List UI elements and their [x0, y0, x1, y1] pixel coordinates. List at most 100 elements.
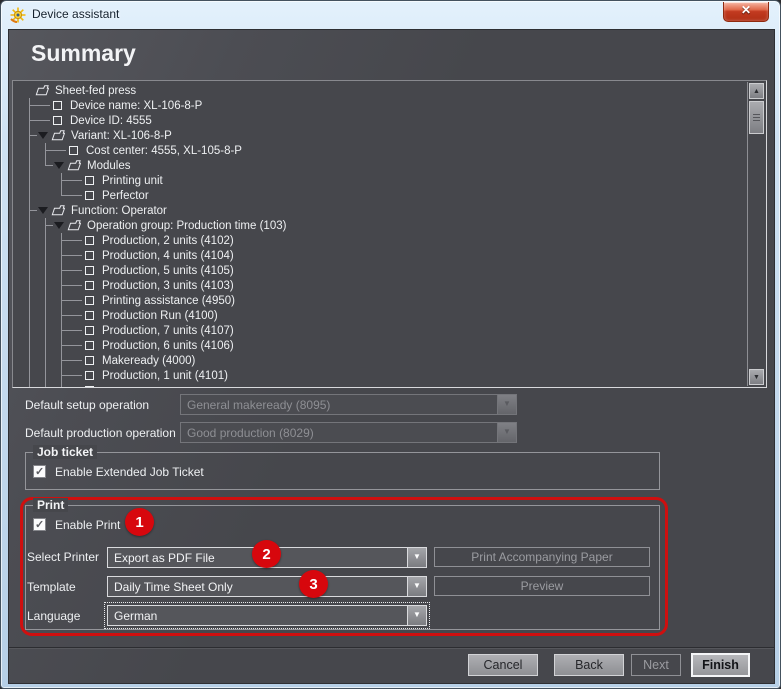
template-value: Daily Time Sheet Only	[114, 579, 233, 594]
checkbox-icon[interactable]	[85, 251, 94, 260]
tree-item-label: Printing unit	[102, 174, 163, 187]
tree-item[interactable]: Makeready (4000)	[13, 353, 747, 368]
tree-item[interactable]: Function: Operator	[13, 203, 747, 218]
tree-item-label: Function: Operator	[71, 204, 167, 217]
tree-spacer	[69, 173, 83, 188]
tree-guide	[21, 323, 37, 338]
checkbox-icon[interactable]	[69, 146, 78, 155]
tree-item[interactable]: Production Run (4100)	[13, 308, 747, 323]
tree-item[interactable]: Production, 7 units (4107)	[13, 323, 747, 338]
extended-job-ticket-label: Enable Extended Job Ticket	[55, 465, 204, 479]
expand-arrow-icon[interactable]	[53, 158, 67, 173]
tree-item-label: Operation group: Production time (103)	[87, 219, 287, 232]
tree-item[interactable]: Operation group: Production time (103)	[13, 218, 747, 233]
tree-connector	[53, 308, 69, 323]
checkbox-icon[interactable]	[85, 356, 94, 365]
tree-guide	[37, 308, 53, 323]
dropdown-arrow-icon[interactable]	[407, 577, 426, 596]
tree-connector	[21, 128, 37, 143]
tree-guide	[21, 263, 37, 278]
expand-arrow-icon[interactable]	[37, 203, 51, 218]
tree-spacer	[69, 233, 83, 248]
tree-spacer	[69, 293, 83, 308]
page-title: Summary	[31, 40, 136, 66]
tree-item[interactable]: Production, 4 units (4104)	[13, 248, 747, 263]
folder-icon	[51, 205, 66, 216]
enable-print-checkbox[interactable]	[33, 518, 46, 531]
annotation-badge-2: 2	[252, 540, 281, 568]
tree-connector	[21, 113, 37, 128]
tree-item[interactable]	[13, 383, 747, 387]
tree-item-label: Sheet-fed press	[55, 84, 137, 97]
tree-guide	[21, 188, 37, 203]
checkbox-icon[interactable]	[53, 116, 62, 125]
checkbox-icon[interactable]	[85, 266, 94, 275]
scrollbar-thumb[interactable]	[749, 101, 764, 134]
tree-item-label: Production, 3 units (4103)	[102, 279, 234, 292]
back-button[interactable]: Back	[554, 654, 624, 676]
checkbox-icon[interactable]	[85, 296, 94, 305]
checkbox-icon[interactable]	[85, 191, 94, 200]
tree-item[interactable]: Production, 1 unit (4101)	[13, 368, 747, 383]
tree-spacer	[69, 263, 83, 278]
default-production-label: Default production operation	[25, 426, 176, 440]
tree-spacer	[69, 338, 83, 353]
tree-item[interactable]: Modules	[13, 158, 747, 173]
dropdown-arrow-icon[interactable]	[407, 606, 426, 625]
tree-spacer	[53, 143, 67, 158]
checkbox-icon[interactable]	[85, 311, 94, 320]
tree-spacer	[69, 368, 83, 383]
tree-guide	[21, 293, 37, 308]
template-dropdown[interactable]: Daily Time Sheet Only	[107, 576, 427, 597]
tree-item[interactable]: Device name: XL-106-8-P	[13, 98, 747, 113]
language-dropdown[interactable]: German	[107, 605, 427, 626]
job-ticket-group: Job ticket Enable Extended Job Ticket	[25, 445, 660, 490]
tree-item[interactable]: Sheet-fed press	[13, 83, 747, 98]
close-button[interactable]	[723, 2, 769, 22]
expand-arrow-icon[interactable]	[53, 218, 67, 233]
expand-arrow-icon[interactable]	[37, 128, 51, 143]
checkbox-icon[interactable]	[53, 101, 62, 110]
tree-item[interactable]: Production, 6 units (4106)	[13, 338, 747, 353]
tree-scrollbar[interactable]	[747, 82, 765, 386]
tree-item[interactable]: Production, 2 units (4102)	[13, 233, 747, 248]
tree-item[interactable]: Production, 5 units (4105)	[13, 263, 747, 278]
tree-item[interactable]: Perfector	[13, 188, 747, 203]
tree-item[interactable]: Production, 3 units (4103)	[13, 278, 747, 293]
extended-job-ticket-checkbox[interactable]	[33, 465, 46, 478]
tree-item-label: Production, 6 units (4106)	[102, 339, 234, 352]
scroll-down-icon[interactable]	[749, 369, 764, 385]
cancel-button[interactable]: Cancel	[468, 654, 538, 676]
scroll-up-icon[interactable]	[749, 83, 764, 99]
checkbox-icon[interactable]	[85, 236, 94, 245]
checkbox-icon[interactable]	[85, 326, 94, 335]
annotation-highlight-box: Print Enable Print Select Printer Export…	[20, 497, 668, 636]
titlebar[interactable]: Device assistant	[1, 1, 780, 29]
default-setup-value: General makeready (8095)	[187, 397, 331, 412]
summary-tree[interactable]: Sheet-fed press Device name: XL-106-8-P De…	[12, 80, 767, 388]
checkbox-icon[interactable]	[85, 386, 94, 387]
checkbox-icon[interactable]	[85, 371, 94, 380]
default-production-dropdown: Good production (8029)	[180, 422, 517, 443]
tree-item-label: Device name: XL-106-8-P	[70, 99, 203, 112]
tree-item[interactable]: Variant: XL-106-8-P	[13, 128, 747, 143]
tree-connector	[37, 143, 53, 158]
tree-item[interactable]: Printing unit	[13, 173, 747, 188]
tree-guide	[37, 188, 53, 203]
footer-separator	[9, 647, 774, 649]
tree-item[interactable]: Cost center: 4555, XL-105-8-P	[13, 143, 747, 158]
tree-item[interactable]: Printing assistance (4950)	[13, 293, 747, 308]
tree-guide	[21, 173, 37, 188]
checkbox-icon[interactable]	[85, 281, 94, 290]
select-printer-label: Select Printer	[27, 550, 100, 564]
checkbox-icon[interactable]	[85, 341, 94, 350]
tree-item-label: Production Run (4100)	[102, 309, 218, 322]
checkbox-icon[interactable]	[85, 176, 94, 185]
tree-spacer	[69, 308, 83, 323]
dropdown-arrow-icon[interactable]	[407, 548, 426, 567]
tree-item-label: Printing assistance (4950)	[102, 294, 235, 307]
tree-item[interactable]: Device ID: 4555	[13, 113, 747, 128]
finish-button[interactable]: Finish	[691, 653, 750, 677]
enable-print-label: Enable Print	[55, 518, 121, 532]
